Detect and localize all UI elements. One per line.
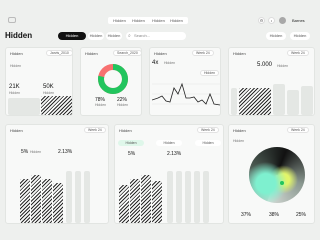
rate-sub: Hidden xyxy=(30,150,42,154)
stat-b: 50K xyxy=(43,84,54,90)
card-filter[interactable]: Week 24 xyxy=(287,127,309,133)
trend-sub: Hidden xyxy=(164,61,176,65)
search-icon: ⌕ xyxy=(128,33,131,39)
bar-track xyxy=(66,171,72,223)
card-donut: Hidden Search_2020 78% 22% Hidden Hidden xyxy=(80,47,142,116)
bar-track xyxy=(185,171,191,223)
card-filter[interactable]: Week 24 xyxy=(287,50,309,56)
rate-1: 5% xyxy=(21,149,29,155)
card-title: Hidden xyxy=(233,128,246,133)
segment-tab-1[interactable]: Hidden xyxy=(118,140,144,146)
hatched-bar xyxy=(239,88,271,115)
filter-chip-3[interactable]: Hidden xyxy=(106,32,122,40)
hatched-column xyxy=(119,185,129,223)
filter-chip-2[interactable]: Hidden xyxy=(88,32,104,40)
donut-label-b: Hidden xyxy=(117,103,129,107)
card-rates-left: Hidden Week 24 5% 2.13% Hidden xyxy=(5,124,109,224)
pie-center-dot xyxy=(280,181,284,185)
bar-track xyxy=(273,84,285,115)
bar-track xyxy=(84,171,90,223)
bar-track xyxy=(167,171,173,223)
notification-icon[interactable]: • xyxy=(268,17,275,24)
top-tab-4[interactable]: Hidden xyxy=(165,17,188,24)
bar-track xyxy=(176,171,182,223)
card-distribution: Hidden Week 24 Hidden 37% 38% 25% xyxy=(228,124,315,224)
search-input[interactable]: ⌕ Search... xyxy=(126,32,186,40)
donut-chart xyxy=(98,64,128,94)
filter-chip-active[interactable]: Hidden xyxy=(58,32,86,40)
search-placeholder: Search... xyxy=(134,33,151,38)
filter-right-2[interactable]: Hidden xyxy=(290,32,310,40)
card-title: Hidden xyxy=(10,128,23,133)
card-title: Hidden xyxy=(10,51,23,56)
trend-line xyxy=(152,82,220,106)
bar-track xyxy=(287,90,299,115)
volume-suffix: Hidden xyxy=(277,64,289,68)
stat-a-label: Hidden xyxy=(9,91,21,95)
card-volume: Hidden Week 24 5.000 Hidden xyxy=(228,47,315,116)
rate-2: 2.13% xyxy=(58,149,73,155)
page-title: Hidden xyxy=(5,31,33,40)
hatched-column xyxy=(152,181,162,223)
trend-value: 4x xyxy=(152,60,159,66)
donut-label-a: Hidden xyxy=(95,103,107,107)
card-filter[interactable]: Week 24 xyxy=(197,127,219,133)
hatched-bar xyxy=(41,96,72,115)
card-filter[interactable]: Search_2020 xyxy=(113,50,141,56)
hatched-column xyxy=(31,175,41,223)
app-logo[interactable] xyxy=(8,17,16,23)
card-title: Hidden xyxy=(85,51,98,56)
volume-value: 5.000 xyxy=(257,62,273,68)
bar-track xyxy=(203,171,209,223)
stat-a: 21K xyxy=(9,84,20,90)
card-subtitle: Hidden xyxy=(233,139,245,143)
hatched-column xyxy=(130,179,140,223)
hatched-column xyxy=(42,179,52,223)
card-filter[interactable]: Jarvis_2010 xyxy=(46,50,72,56)
card-users: Hidden Jarvis_2010 Hidden 21K Hidden 50K… xyxy=(5,47,73,116)
segment-tab-3[interactable]: Hidden xyxy=(195,140,221,146)
hatched-column xyxy=(20,179,30,223)
card-filter[interactable]: Week 24 xyxy=(192,50,214,56)
segment-tab-2[interactable]: Hidden xyxy=(156,140,182,146)
card-filter[interactable]: Week 24 xyxy=(84,127,106,133)
card-title: Hidden xyxy=(154,51,167,56)
bar-track xyxy=(301,86,313,115)
hatched-column xyxy=(53,183,63,223)
card-rates-right: Hidden Week 24 Hidden Hidden Hidden 5% 2… xyxy=(114,124,224,224)
settings-icon[interactable]: ⚙ xyxy=(258,17,265,24)
bar-track xyxy=(8,98,40,115)
user-name[interactable]: Barnes xyxy=(292,17,320,24)
filter-right-1[interactable]: Hidden xyxy=(266,32,286,40)
stat-b-label: Hidden xyxy=(43,91,55,95)
card-title: Hidden xyxy=(233,51,246,56)
line-chart xyxy=(152,82,220,106)
avatar[interactable] xyxy=(279,17,286,24)
bar-track xyxy=(75,171,81,223)
dist-value-2: 38% xyxy=(269,212,280,218)
bar-track xyxy=(231,88,237,115)
rate-1: 5% xyxy=(128,151,136,157)
dist-value-3: 25% xyxy=(296,212,307,218)
card-subtitle: Hidden xyxy=(10,64,22,68)
bar-track xyxy=(194,171,200,223)
hatched-column xyxy=(141,175,151,223)
card-title: Hidden xyxy=(119,128,132,133)
dist-value-1: 37% xyxy=(241,212,252,218)
card-trend: Hidden Week 24 4x Hidden Hidden xyxy=(149,47,221,116)
rate-2: 2.13% xyxy=(167,151,182,157)
pie-blob xyxy=(249,147,305,203)
